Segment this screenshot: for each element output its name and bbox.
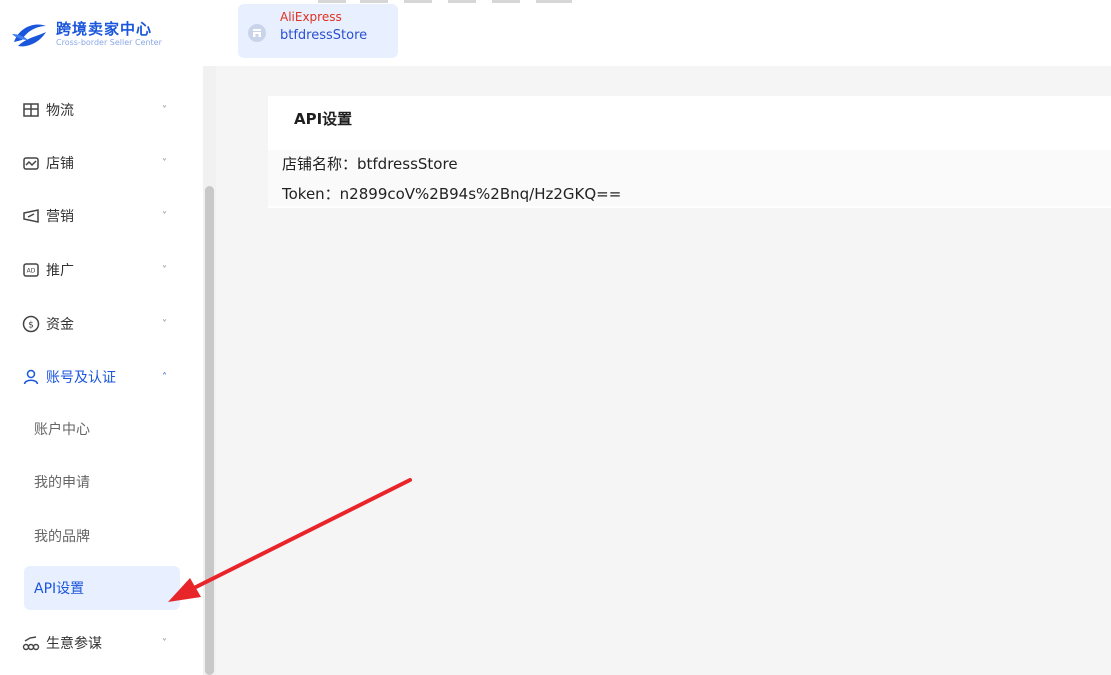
sidebar-item-label: 账号及认证 bbox=[46, 370, 116, 386]
sidebar-item-promotion[interactable]: AD 推广 ˅ bbox=[0, 246, 200, 294]
sidebar-subitem-account-center[interactable]: 账户中心 bbox=[24, 407, 180, 451]
svg-text:AD: AD bbox=[27, 268, 36, 275]
sidebar-subitem-my-brands[interactable]: 我的品牌 bbox=[24, 514, 180, 558]
sidebar-item-logistics[interactable]: 物流 ˅ bbox=[0, 86, 200, 134]
store-icon bbox=[23, 157, 39, 170]
sidebar-item-marketing[interactable]: 营销 ˅ bbox=[0, 192, 200, 240]
chevron-up-icon: ˄ bbox=[162, 371, 167, 383]
sidebar-item-funds[interactable]: $ 资金 ˅ bbox=[0, 300, 200, 348]
ad-icon: AD bbox=[23, 263, 39, 277]
sidebar: 物流 ˅ 店铺 ˅ 营销 ˅ AD 推广 ˅ $ 资金 ˅ 账号及认证 ˄ 账户… bbox=[0, 66, 216, 675]
brand-name[interactable]: 跨境卖家中心 bbox=[56, 18, 152, 39]
chevron-down-icon: ˅ bbox=[162, 264, 167, 276]
sidebar-subitem-api-settings[interactable]: API设置 bbox=[24, 566, 180, 610]
chevron-down-icon: ˅ bbox=[162, 637, 167, 649]
sidebar-item-label: 店铺 bbox=[46, 156, 74, 172]
chevron-down-icon: ˅ bbox=[162, 157, 167, 169]
user-icon bbox=[23, 369, 39, 385]
sidebar-item-label: 推广 bbox=[46, 263, 74, 279]
sidebar-item-label: 营销 bbox=[46, 209, 74, 225]
top-header: 跨境卖家中心 Cross-border Seller Center AliExp… bbox=[0, 0, 1111, 66]
shop-icon bbox=[248, 24, 266, 42]
chart-icon bbox=[22, 636, 40, 651]
logistics-icon bbox=[23, 103, 39, 117]
sidebar-item-label: 生意参谋 bbox=[46, 636, 102, 652]
sidebar-item-label: 资金 bbox=[46, 317, 74, 333]
marketing-icon bbox=[23, 209, 39, 223]
chevron-down-icon: ˅ bbox=[162, 318, 167, 330]
page-title: API设置 bbox=[294, 110, 353, 128]
chevron-down-icon: ˅ bbox=[162, 210, 167, 222]
store-name-field: 店铺名称：btfdressStore bbox=[282, 155, 458, 173]
seller-center-logo-icon[interactable] bbox=[10, 20, 50, 50]
sidebar-item-label: 物流 bbox=[46, 103, 74, 119]
sidebar-scrollbar-thumb[interactable] bbox=[205, 186, 214, 675]
dollar-icon: $ bbox=[22, 315, 40, 333]
sidebar-item-store[interactable]: 店铺 ˅ bbox=[0, 139, 200, 187]
store-name-label: btfdressStore bbox=[280, 28, 368, 43]
svg-text:$: $ bbox=[28, 321, 34, 331]
store-switcher[interactable]: AliExpress btfdressStore bbox=[238, 4, 398, 58]
chevron-down-icon: ˅ bbox=[162, 104, 167, 116]
sidebar-subitem-my-applications[interactable]: 我的申请 bbox=[24, 460, 180, 504]
store-platform-label: AliExpress bbox=[280, 10, 342, 24]
sidebar-item-business-advisor[interactable]: 生意参谋 ˅ bbox=[0, 619, 200, 667]
sidebar-item-account[interactable]: 账号及认证 ˄ bbox=[0, 353, 200, 401]
token-field: Token：n2899coV%2B94s%2Bnq/Hz2GKQ== bbox=[282, 185, 622, 203]
brand-subtitle: Cross-border Seller Center bbox=[56, 38, 162, 47]
